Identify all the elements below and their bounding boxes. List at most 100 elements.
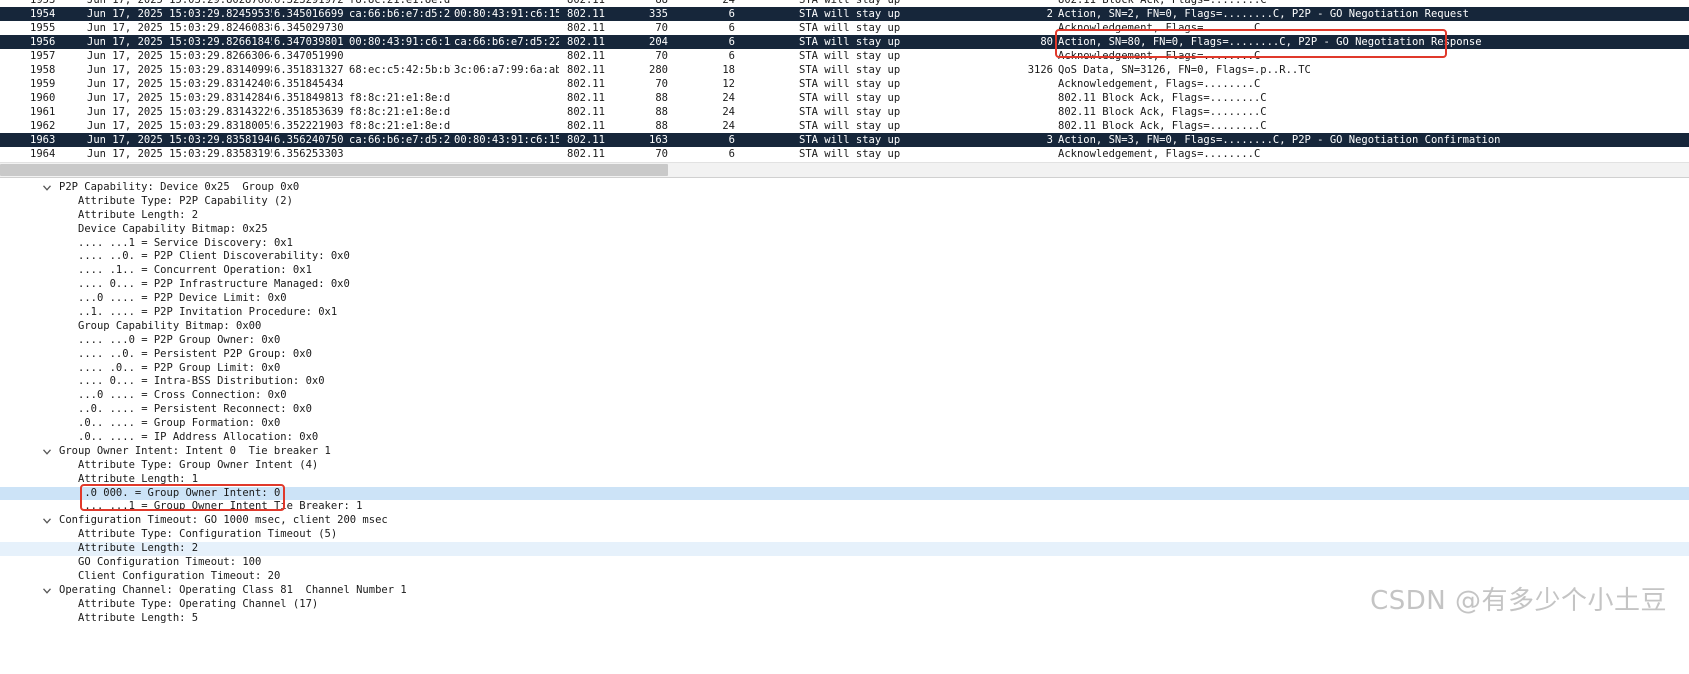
- packet-power-mgmt: STA will stay up: [799, 50, 901, 62]
- chevron-down-icon[interactable]: [43, 518, 51, 525]
- packet-protocol: 802.11: [567, 92, 605, 104]
- packet-relative-time: 6.351831327: [274, 64, 344, 76]
- chevron-down-icon[interactable]: [43, 449, 51, 455]
- tree-field[interactable]: ..0. .... = Persistent Reconnect: 0x0: [0, 403, 1689, 417]
- tree-field[interactable]: ..0 000. = Group Owner Intent: 0: [0, 486, 1689, 501]
- tree-label: GO Configuration Timeout: 100: [78, 556, 262, 569]
- tree-field[interactable]: GO Configuration Timeout: 100: [0, 556, 1689, 570]
- tree-node[interactable]: Configuration Timeout: GO 1000 msec, cli…: [0, 514, 1689, 528]
- pane-divider[interactable]: [0, 177, 1689, 178]
- tree-field[interactable]: .0.. .... = IP Address Allocation: 0x0: [0, 431, 1689, 445]
- tree-node[interactable]: Group Owner Intent: Intent 0 Tie breaker…: [0, 445, 1689, 459]
- tree-label: Attribute Length: 2: [78, 208, 199, 221]
- packet-number: 1961: [30, 106, 56, 118]
- tree-field[interactable]: Attribute Type: P2P Capability (2): [0, 195, 1689, 209]
- packet-row[interactable]: 1953 Jun 17, 2025 15:03:29.8028766270 6.32…: [0, 0, 1689, 7]
- packet-sequence: 80: [1040, 36, 1053, 48]
- packet-header-length: 24: [722, 106, 735, 118]
- tree-field[interactable]: .... 0... = Intra-BSS Distribution: 0x0: [0, 375, 1689, 389]
- packet-info: Acknowledgement, Flags=........C: [1058, 22, 1261, 34]
- packet-length: 88: [655, 106, 668, 118]
- tree-label: Group Owner Intent: Intent 0 Tie breaker…: [59, 444, 331, 457]
- packet-source: f8:8c:21:e1:8e:df: [349, 120, 451, 132]
- packet-header-length: 6: [728, 22, 735, 34]
- tree-field[interactable]: ..1. .... = P2P Invitation Procedure: 0x…: [0, 306, 1689, 320]
- tree-field[interactable]: Group Capability Bitmap: 0x00: [0, 320, 1689, 334]
- packet-source: f8:8c:21:e1:8e:df: [349, 106, 451, 118]
- packet-row[interactable]: 1962 Jun 17, 2025 15:03:29.8318005580 6.35…: [0, 119, 1689, 133]
- packet-power-mgmt: STA will stay up: [799, 8, 901, 20]
- tree-field[interactable]: Attribute Length: 2: [0, 209, 1689, 223]
- tree-field[interactable]: .... ...1 = Service Discovery: 0x1: [0, 237, 1689, 251]
- packet-relative-time: 6.351845434: [274, 78, 344, 90]
- tree-field[interactable]: ...0 .... = Cross Connection: 0x0: [0, 389, 1689, 403]
- packet-row[interactable]: 1954 Jun 17, 2025 15:03:29.8245953540 6.34…: [0, 7, 1689, 21]
- tree-field[interactable]: .... .1.. = Concurrent Operation: 0x1: [0, 264, 1689, 278]
- tree-field[interactable]: Attribute Length: 2: [0, 542, 1689, 557]
- tree-label: Client Configuration Timeout: 20: [78, 569, 281, 582]
- chevron-down-icon[interactable]: [43, 588, 51, 594]
- packet-protocol: 802.11: [567, 36, 605, 48]
- packet-row[interactable]: 1957 Jun 17, 2025 15:03:29.8266306450 6.34…: [0, 49, 1689, 63]
- tree-field[interactable]: Attribute Type: Group Owner Intent (4): [0, 459, 1689, 473]
- packet-row[interactable]: 1961 Jun 17, 2025 15:03:29.8314322940 6.35…: [0, 105, 1689, 119]
- tree-field[interactable]: Attribute Length: 1: [0, 473, 1689, 487]
- tree-field[interactable]: .... ...1 = Group Owner Intent Tie Break…: [0, 500, 1689, 514]
- tree-node[interactable]: P2P Capability: Device 0x25 Group 0x0: [0, 181, 1689, 195]
- tree-label: Attribute Length: 2: [78, 542, 199, 555]
- tree-label: Configuration Timeout: GO 1000 msec, cli…: [59, 514, 388, 527]
- tree-field[interactable]: .... ..0. = P2P Client Discoverability: …: [0, 250, 1689, 264]
- packet-number: 1957: [30, 50, 56, 62]
- packet-protocol: 802.11: [567, 78, 605, 90]
- packet-time: Jun 17, 2025 15:03:29.8314322940: [87, 106, 272, 118]
- tree-label: Attribute Type: P2P Capability (2): [78, 194, 293, 207]
- packet-source: ca:66:b6:e7:d5:22: [349, 8, 451, 20]
- tree-field[interactable]: Attribute Type: Configuration Timeout (5…: [0, 528, 1689, 542]
- packet-row[interactable]: 1960 Jun 17, 2025 15:03:29.8314284680 6.35…: [0, 91, 1689, 105]
- packet-header-length: 24: [722, 120, 735, 132]
- packet-relative-time: 6.356240750: [274, 134, 344, 146]
- packet-list[interactable]: 1953 Jun 17, 2025 15:03:29.8028766270 6.32…: [0, 0, 1689, 173]
- packet-source: ca:66:b6:e7:d5:22: [349, 134, 451, 146]
- packet-destination: ca:66:b6:e7:d5:22: [454, 36, 559, 48]
- packet-row[interactable]: 1959 Jun 17, 2025 15:03:29.8314240890 6.35…: [0, 77, 1689, 91]
- packet-row[interactable]: 1963 Jun 17, 2025 15:03:29.8358194050 6.35…: [0, 133, 1689, 147]
- packet-number: 1955: [30, 22, 56, 34]
- packet-relative-time: 6.351853639: [274, 106, 344, 118]
- packet-row[interactable]: 1958 Jun 17, 2025 15:03:29.8314099820 6.35…: [0, 63, 1689, 77]
- packet-number: 1958: [30, 64, 56, 76]
- chevron-down-icon[interactable]: [43, 185, 51, 191]
- packet-header-length: 6: [728, 134, 735, 146]
- packet-length: 280: [649, 64, 668, 76]
- tree-field[interactable]: .... .0.. = P2P Group Limit: 0x0: [0, 362, 1689, 376]
- tree-label: ...0 .... = Cross Connection: 0x0: [78, 389, 287, 402]
- tree-label: ...0 .... = P2P Device Limit: 0x0: [78, 292, 287, 305]
- tree-label: .... ...0 = P2P Group Owner: 0x0: [78, 333, 281, 346]
- packet-info: 802.11 Block Ack, Flags=........C: [1058, 120, 1267, 132]
- tree-label: .0.. .... = IP Address Allocation: 0x0: [78, 431, 319, 444]
- packet-row[interactable]: 1955 Jun 17, 2025 15:03:29.8246083850 6.34…: [0, 21, 1689, 35]
- packet-info: Acknowledgement, Flags=........C: [1058, 50, 1261, 62]
- tree-label: .0.. .... = Group Formation: 0x0: [78, 417, 281, 430]
- tree-field[interactable]: Device Capability Bitmap: 0x25: [0, 223, 1689, 237]
- packet-row[interactable]: 1956 Jun 17, 2025 15:03:29.8266184560 6.34…: [0, 35, 1689, 49]
- packet-time: Jun 17, 2025 15:03:29.8028766270: [87, 0, 272, 6]
- tree-field[interactable]: .... ..0. = Persistent P2P Group: 0x0: [0, 348, 1689, 362]
- packet-list-scrollbar[interactable]: [0, 162, 1689, 177]
- tree-field[interactable]: ...0 .... = P2P Device Limit: 0x0: [0, 292, 1689, 306]
- packet-info: Action, SN=80, FN=0, Flags=........C, P2…: [1058, 36, 1482, 48]
- packet-time: Jun 17, 2025 15:03:29.8245953540: [87, 8, 272, 20]
- tree-label: .... 0... = Intra-BSS Distribution: 0x0: [78, 375, 325, 388]
- tree-field[interactable]: .... 0... = P2P Infrastructure Managed: …: [0, 278, 1689, 292]
- tree-field[interactable]: .0.. .... = Group Formation: 0x0: [0, 417, 1689, 431]
- packet-time: Jun 17, 2025 15:03:29.8266306450: [87, 50, 272, 62]
- tree-field[interactable]: .... ...0 = P2P Group Owner: 0x0: [0, 334, 1689, 348]
- packet-header-length: 24: [722, 0, 735, 6]
- packet-time: Jun 17, 2025 15:03:29.8358194050: [87, 134, 272, 146]
- packet-number: 1964: [30, 148, 56, 160]
- packet-number: 1960: [30, 92, 56, 104]
- scrollbar-thumb[interactable]: [0, 164, 668, 176]
- packet-length: 335: [649, 8, 668, 20]
- packet-row[interactable]: 1964 Jun 17, 2025 15:03:29.8358319580 6.35…: [0, 147, 1689, 161]
- packet-length: 204: [649, 36, 668, 48]
